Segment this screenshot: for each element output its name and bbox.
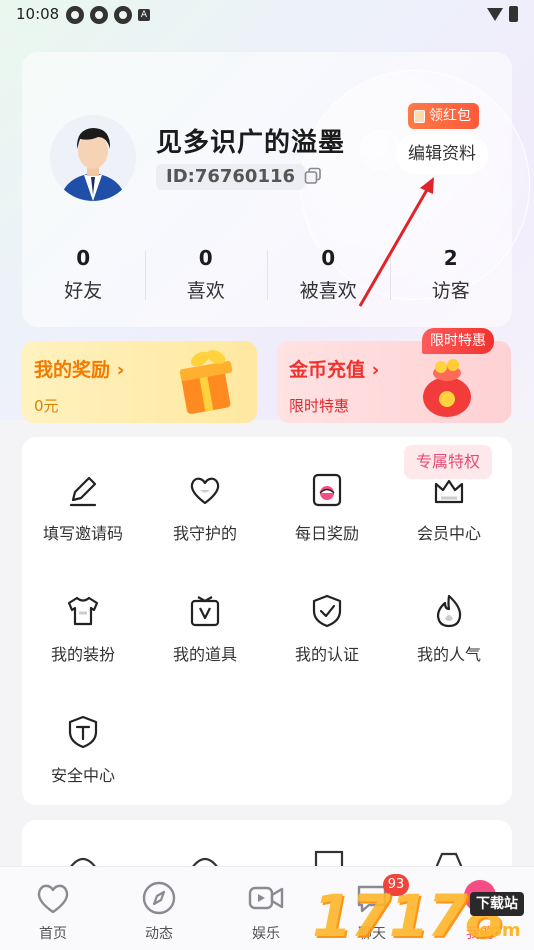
- grid-item-guarding[interactable]: 我守护的: [144, 472, 266, 544]
- stat-friends[interactable]: 0 好友: [22, 240, 145, 310]
- grid-item-popularity[interactable]: 我的人气: [388, 593, 510, 665]
- grid-label: 我的人气: [416, 645, 481, 664]
- user-id: ID:76760116: [156, 164, 306, 190]
- heart-outline-icon: [37, 884, 69, 914]
- video-icon: [248, 886, 284, 910]
- nav-entertainment[interactable]: 娱乐: [226, 879, 306, 943]
- pencil-icon: [69, 476, 97, 507]
- app-a-icon: A: [138, 9, 150, 21]
- grid-item-verification[interactable]: 我的认证: [266, 593, 388, 665]
- stat-label: 被喜欢: [299, 280, 357, 302]
- grid-label: 会员中心: [416, 524, 481, 543]
- notification-icon: [114, 6, 132, 24]
- coin-recharge-sub: 限时特惠: [289, 397, 350, 415]
- copy-icon[interactable]: [304, 167, 322, 185]
- stat-value: 0: [76, 246, 91, 270]
- crown-icon: [434, 479, 464, 504]
- status-bar: 10:08 A: [0, 0, 534, 30]
- grid-label: 安全中心: [50, 766, 115, 785]
- avatar-person-icon: [50, 115, 136, 201]
- shield-t-icon: [68, 715, 98, 749]
- stat-likes[interactable]: 0 喜欢: [144, 240, 268, 310]
- red-envelope-icon: [414, 109, 425, 123]
- stat-value: 0: [321, 246, 336, 270]
- status-time: 10:08: [16, 5, 60, 23]
- nav-label: 首页: [39, 926, 67, 942]
- grid-label: 我的认证: [294, 645, 359, 664]
- grid-label: 我的道具: [172, 645, 237, 664]
- grid-item-member-center[interactable]: 会员中心: [388, 472, 510, 544]
- stats-row: 0 好友 0 喜欢 0 被喜欢 2 访客: [22, 240, 512, 310]
- stat-value: 2: [443, 246, 458, 270]
- battery-icon: [509, 6, 518, 22]
- nav-label: 娱乐: [252, 926, 280, 942]
- username: 见多识广的溢墨: [156, 128, 346, 158]
- reward-card-icon: [312, 473, 342, 507]
- limited-offer-tag: 限时特惠: [422, 328, 494, 354]
- coin-recharge-title: 金币充值 ›: [289, 359, 380, 381]
- stat-label: 好友: [64, 280, 103, 302]
- my-rewards-card[interactable]: 我的奖励 › 0元: [22, 341, 257, 423]
- red-packet-label: 领红包: [429, 108, 471, 124]
- my-rewards-amount: 0元: [34, 397, 59, 415]
- avatar[interactable]: [50, 115, 136, 201]
- money-bag-icon: [423, 359, 471, 417]
- grid-item-invite-code[interactable]: 填写邀请码: [22, 472, 144, 544]
- box-icon: [190, 596, 220, 627]
- status-notification-icons: A: [66, 6, 150, 24]
- stat-value: 0: [198, 246, 213, 270]
- edit-profile-button[interactable]: 编辑资料: [396, 134, 488, 174]
- notification-icon: [90, 6, 108, 24]
- nav-label: 动态: [145, 926, 173, 942]
- nav-moments[interactable]: 动态: [119, 879, 199, 943]
- my-rewards-title: 我的奖励 ›: [34, 359, 125, 381]
- grid-label: 填写邀请码: [42, 524, 123, 543]
- notification-icon: [66, 6, 84, 24]
- grid-label: 我守护的: [172, 524, 237, 543]
- stat-label: 喜欢: [186, 280, 225, 302]
- stat-liked-by[interactable]: 0 被喜欢: [267, 240, 390, 310]
- tshirt-icon: [67, 596, 99, 626]
- watermark-domain: .com: [472, 920, 521, 941]
- nav-home[interactable]: 首页: [13, 879, 93, 943]
- stat-label: 访客: [431, 280, 470, 302]
- wifi-icon: [487, 7, 503, 21]
- watermark-download-label: 下载站: [470, 892, 524, 916]
- status-system-icons: [487, 6, 518, 22]
- compass-icon: [142, 881, 176, 915]
- heart-icon: [190, 477, 220, 505]
- stat-visitors[interactable]: 2 访客: [389, 240, 513, 310]
- grid-item-props[interactable]: 我的道具: [144, 593, 266, 665]
- grid-item-daily-reward[interactable]: 每日奖励: [266, 472, 388, 544]
- grid-item-dress-up[interactable]: 我的装扮: [22, 593, 144, 665]
- grid-item-security-center[interactable]: 安全中心: [22, 714, 144, 786]
- red-packet-tag[interactable]: 领红包: [408, 103, 479, 129]
- grid-label: 我的装扮: [50, 645, 115, 664]
- flame-icon: [436, 594, 462, 628]
- shield-check-icon: [312, 594, 342, 628]
- gift-box-icon: [179, 350, 233, 414]
- grid-label: 每日奖励: [294, 524, 359, 543]
